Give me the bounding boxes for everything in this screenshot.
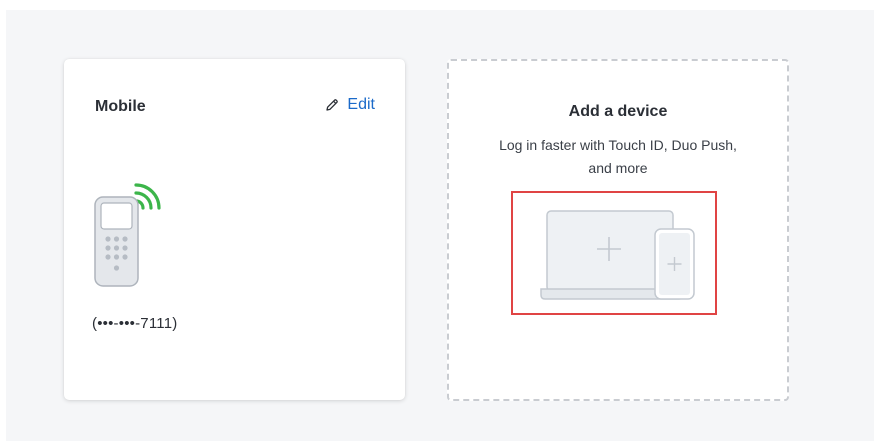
edit-device-button[interactable]: Edit <box>325 96 375 114</box>
mobile-device-card: Mobile Edit (•••-•••-7111) <box>64 59 405 400</box>
phone-number: (•••-•••-7111) <box>92 315 178 332</box>
add-device-title: Add a device <box>568 103 668 120</box>
add-device-button[interactable] <box>511 191 717 315</box>
device-type-title: Mobile <box>95 98 146 115</box>
laptop-and-phone-plus-icon <box>540 210 695 300</box>
add-device-card[interactable]: Add a device Log in faster with Touch ID… <box>447 59 789 401</box>
edit-label: Edit <box>347 96 375 113</box>
wireless-signal-icon <box>134 183 161 210</box>
pencil-icon <box>325 98 339 112</box>
mobile-phone-icon <box>94 171 174 296</box>
add-device-subtitle: Log in faster with Touch ID, Duo Push, a… <box>499 137 737 176</box>
